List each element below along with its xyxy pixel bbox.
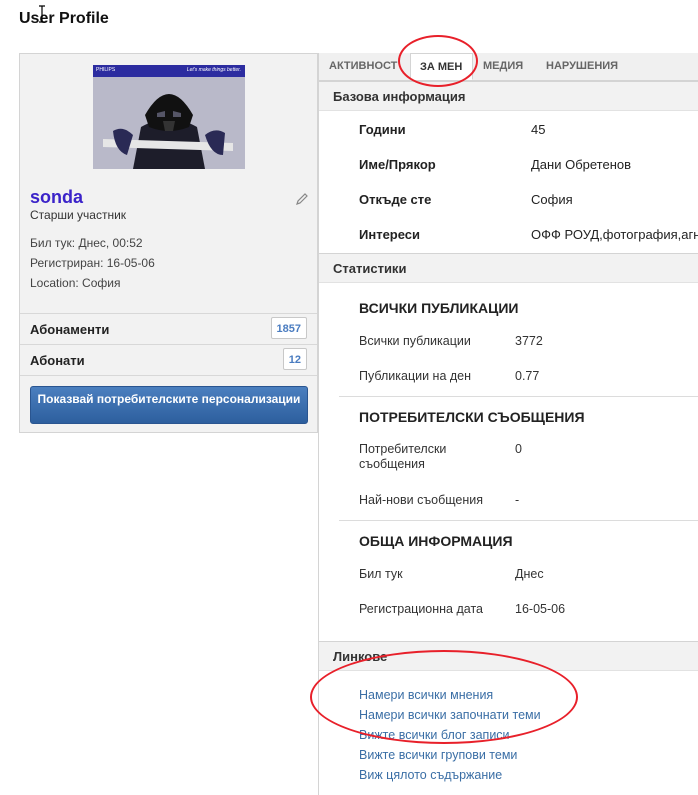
tab-infractions[interactable]: НАРУШЕНИЯ bbox=[546, 53, 618, 80]
page-title: User Profile bbox=[19, 10, 109, 27]
stat-value-latest-messages: - bbox=[515, 493, 520, 507]
info-label-name: Име/Прякор bbox=[359, 157, 436, 172]
info-value-name: Дани Обретенов bbox=[531, 157, 632, 172]
info-label-age: Години bbox=[359, 122, 406, 137]
statistics-header: Статистики bbox=[319, 253, 698, 283]
stat-label-last-seen: Бил тук bbox=[359, 567, 403, 581]
last-seen: Бил тук: Днес, 00:52 bbox=[30, 236, 143, 250]
avatar[interactable]: PHILIPS Let's make things better. bbox=[93, 65, 245, 169]
info-value-location: София bbox=[531, 192, 573, 207]
tab-about-me[interactable]: ЗА МЕН bbox=[410, 53, 473, 80]
subscriptions-label: Абонаменти bbox=[30, 322, 110, 337]
subscribers-row[interactable]: Абонати 12 bbox=[20, 344, 317, 375]
info-value-age: 45 bbox=[531, 122, 546, 137]
stat-value-user-messages: 0 bbox=[515, 442, 522, 456]
user-rank: Старши участник bbox=[30, 208, 127, 222]
subscriptions-row[interactable]: Абонаменти 1857 bbox=[20, 313, 317, 344]
divider bbox=[20, 375, 317, 376]
username-link[interactable]: sonda bbox=[30, 187, 83, 208]
info-label-interests: Интереси bbox=[359, 227, 421, 242]
pencil-icon[interactable] bbox=[295, 192, 309, 206]
links-header: Линкове bbox=[319, 641, 698, 671]
stat-value-total-posts: 3772 bbox=[515, 334, 543, 348]
info-label-location: Откъде сте bbox=[359, 192, 432, 207]
divider bbox=[339, 520, 698, 521]
link-find-all-posts[interactable]: Намери всички мнения bbox=[359, 688, 493, 702]
stat-value-last-seen: Днес bbox=[515, 567, 544, 581]
registered-date: Регистриран: 16-05-06 bbox=[30, 256, 155, 270]
stat-label-latest-messages: Най-нови съобщения bbox=[359, 493, 483, 507]
link-group-threads[interactable]: Вижте всички групови теми bbox=[359, 748, 517, 762]
stat-label-total-posts: Всички публикации bbox=[359, 334, 471, 348]
user-messages-title: ПОТРЕБИТЕЛСКИ СЪОБЩЕНИЯ bbox=[359, 409, 585, 425]
subscriptions-count-badge[interactable]: 1857 bbox=[270, 317, 307, 339]
links-title: Линкове bbox=[333, 649, 388, 664]
subscribers-count-badge[interactable]: 12 bbox=[282, 348, 307, 370]
basic-info-title: Базова информация bbox=[333, 89, 466, 104]
avatar-image bbox=[93, 77, 245, 169]
info-value-interests: ОФФ РОУД,фотография,агн bbox=[531, 227, 698, 242]
location: Location: София bbox=[30, 276, 121, 290]
stat-value-registration-date: 16-05-06 bbox=[515, 602, 566, 616]
tab-bar: АКТИВНОСТ ЗА МЕН МЕДИЯ НАРУШЕНИЯ bbox=[319, 53, 698, 81]
subscribers-label: Абонати bbox=[30, 353, 85, 368]
all-posts-title: ВСИЧКИ ПУБЛИКАЦИИ bbox=[359, 300, 519, 316]
link-find-started-threads[interactable]: Намери всички започнати теми bbox=[359, 708, 541, 722]
divider bbox=[339, 396, 698, 397]
link-all-content[interactable]: Виж цялото съдържание bbox=[359, 768, 502, 782]
statistics-title: Статистики bbox=[333, 261, 407, 276]
profile-sidebar: PHILIPS Let's make things better. sonda … bbox=[19, 53, 318, 433]
tab-activity[interactable]: АКТИВНОСТ bbox=[329, 53, 397, 80]
link-blog-entries[interactable]: Вижте всички блог записи bbox=[359, 728, 510, 742]
tab-media[interactable]: МЕДИЯ bbox=[483, 53, 523, 80]
stat-label-registration-date: Регистрационна дата bbox=[359, 602, 483, 616]
show-customizations-button[interactable]: Показвай потребителските персонализации bbox=[30, 386, 308, 424]
profile-content: АКТИВНОСТ ЗА МЕН МЕДИЯ НАРУШЕНИЯ Базова … bbox=[318, 53, 698, 795]
stat-label-posts-per-day: Публикации на ден bbox=[359, 369, 472, 383]
general-info-title: ОБЩА ИНФОРМАЦИЯ bbox=[359, 533, 513, 549]
stat-value-posts-per-day: 0.77 bbox=[515, 369, 540, 383]
basic-info-header: Базова информация bbox=[319, 81, 698, 111]
stat-label-user-messages: Потребителски съобщения bbox=[359, 442, 447, 471]
text-cursor-icon bbox=[39, 5, 45, 23]
